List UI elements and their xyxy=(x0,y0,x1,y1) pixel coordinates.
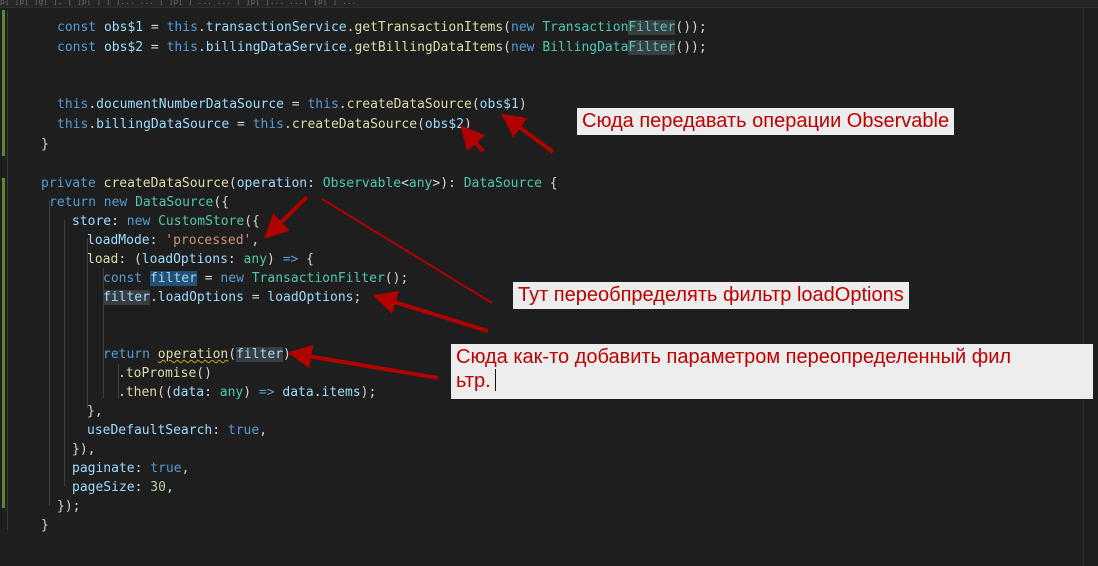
arrow-to-operation xyxy=(287,344,439,380)
arrow-to-loadoptions xyxy=(372,290,489,333)
arrow-to-obs1 xyxy=(501,113,555,154)
annotation-filter: Тут переобпределять фильтр loadOptions xyxy=(513,282,909,309)
annotation-observable: Сюда передавать операции Observable xyxy=(577,108,955,135)
line-to-filter-note xyxy=(321,198,493,304)
annotation-param[interactable]: Сюда как-то добавить параметром переопре… xyxy=(451,344,1093,399)
text-caret xyxy=(494,369,496,391)
arrow-to-loadmode xyxy=(264,195,309,239)
arrow-to-obs2 xyxy=(460,125,486,153)
